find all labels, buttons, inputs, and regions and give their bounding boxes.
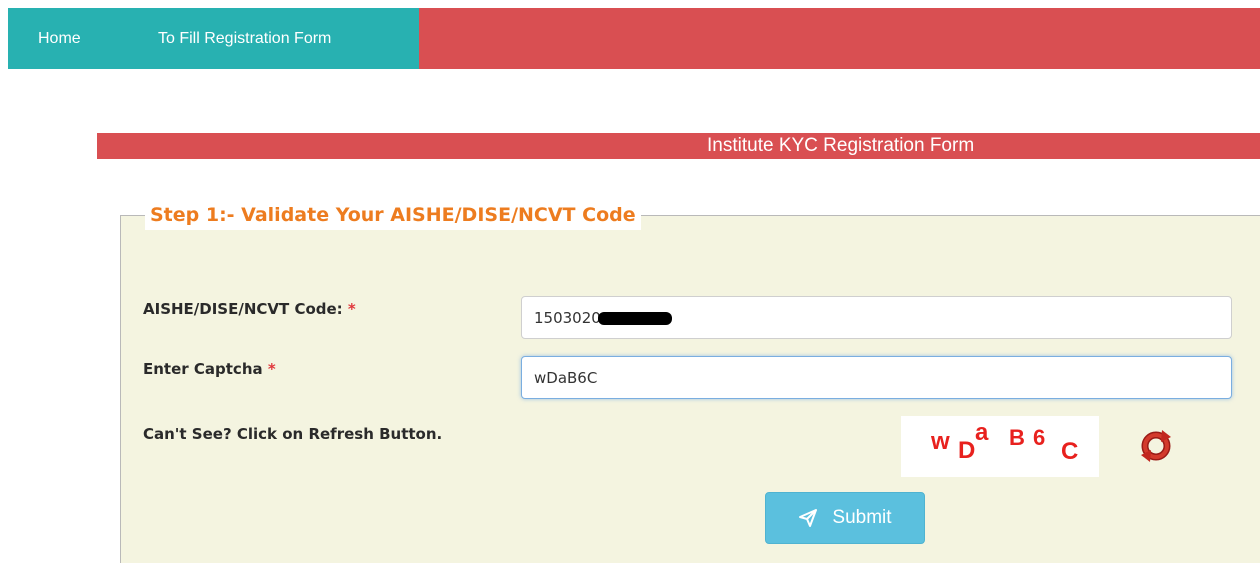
top-navbar: Home To Fill Registration Form bbox=[8, 8, 1260, 69]
captcha-char: C bbox=[1061, 438, 1079, 465]
form-title-bar: Institute KYC Registration Form bbox=[97, 133, 1260, 159]
redaction-mark bbox=[598, 312, 672, 325]
required-marker: * bbox=[267, 360, 276, 378]
captcha-char: w bbox=[931, 428, 950, 455]
captcha-image: w D a B 6 C bbox=[901, 416, 1099, 477]
nav-home-link[interactable]: Home bbox=[38, 8, 81, 69]
form-title: Institute KYC Registration Form bbox=[707, 135, 975, 156]
page: Home To Fill Registration Form Institute… bbox=[0, 0, 1260, 563]
refresh-hint: Can't See? Click on Refresh Button. bbox=[143, 425, 443, 443]
captcha-char: B bbox=[1009, 425, 1025, 450]
required-marker: * bbox=[347, 300, 356, 318]
nav-registration-link[interactable]: To Fill Registration Form bbox=[158, 8, 331, 69]
step-legend: Step 1:- Validate Your AISHE/DISE/NCVT C… bbox=[145, 200, 641, 230]
refresh-icon[interactable] bbox=[1137, 427, 1175, 465]
captcha-label: Enter Captcha * bbox=[143, 360, 276, 378]
captcha-label-text: Enter Captcha bbox=[143, 360, 263, 378]
refresh-icon-graphic bbox=[1141, 430, 1171, 462]
submit-button[interactable]: Submit bbox=[765, 492, 925, 544]
code-label: AISHE/DISE/NCVT Code: * bbox=[143, 300, 356, 318]
captcha-char: 6 bbox=[1033, 425, 1046, 450]
paper-plane-icon bbox=[799, 509, 818, 527]
captcha-char: D bbox=[958, 437, 976, 464]
captcha-input[interactable] bbox=[521, 356, 1232, 399]
submit-label: Submit bbox=[832, 507, 892, 528]
code-label-text: AISHE/DISE/NCVT Code: bbox=[143, 300, 343, 318]
captcha-char: a bbox=[975, 419, 989, 446]
